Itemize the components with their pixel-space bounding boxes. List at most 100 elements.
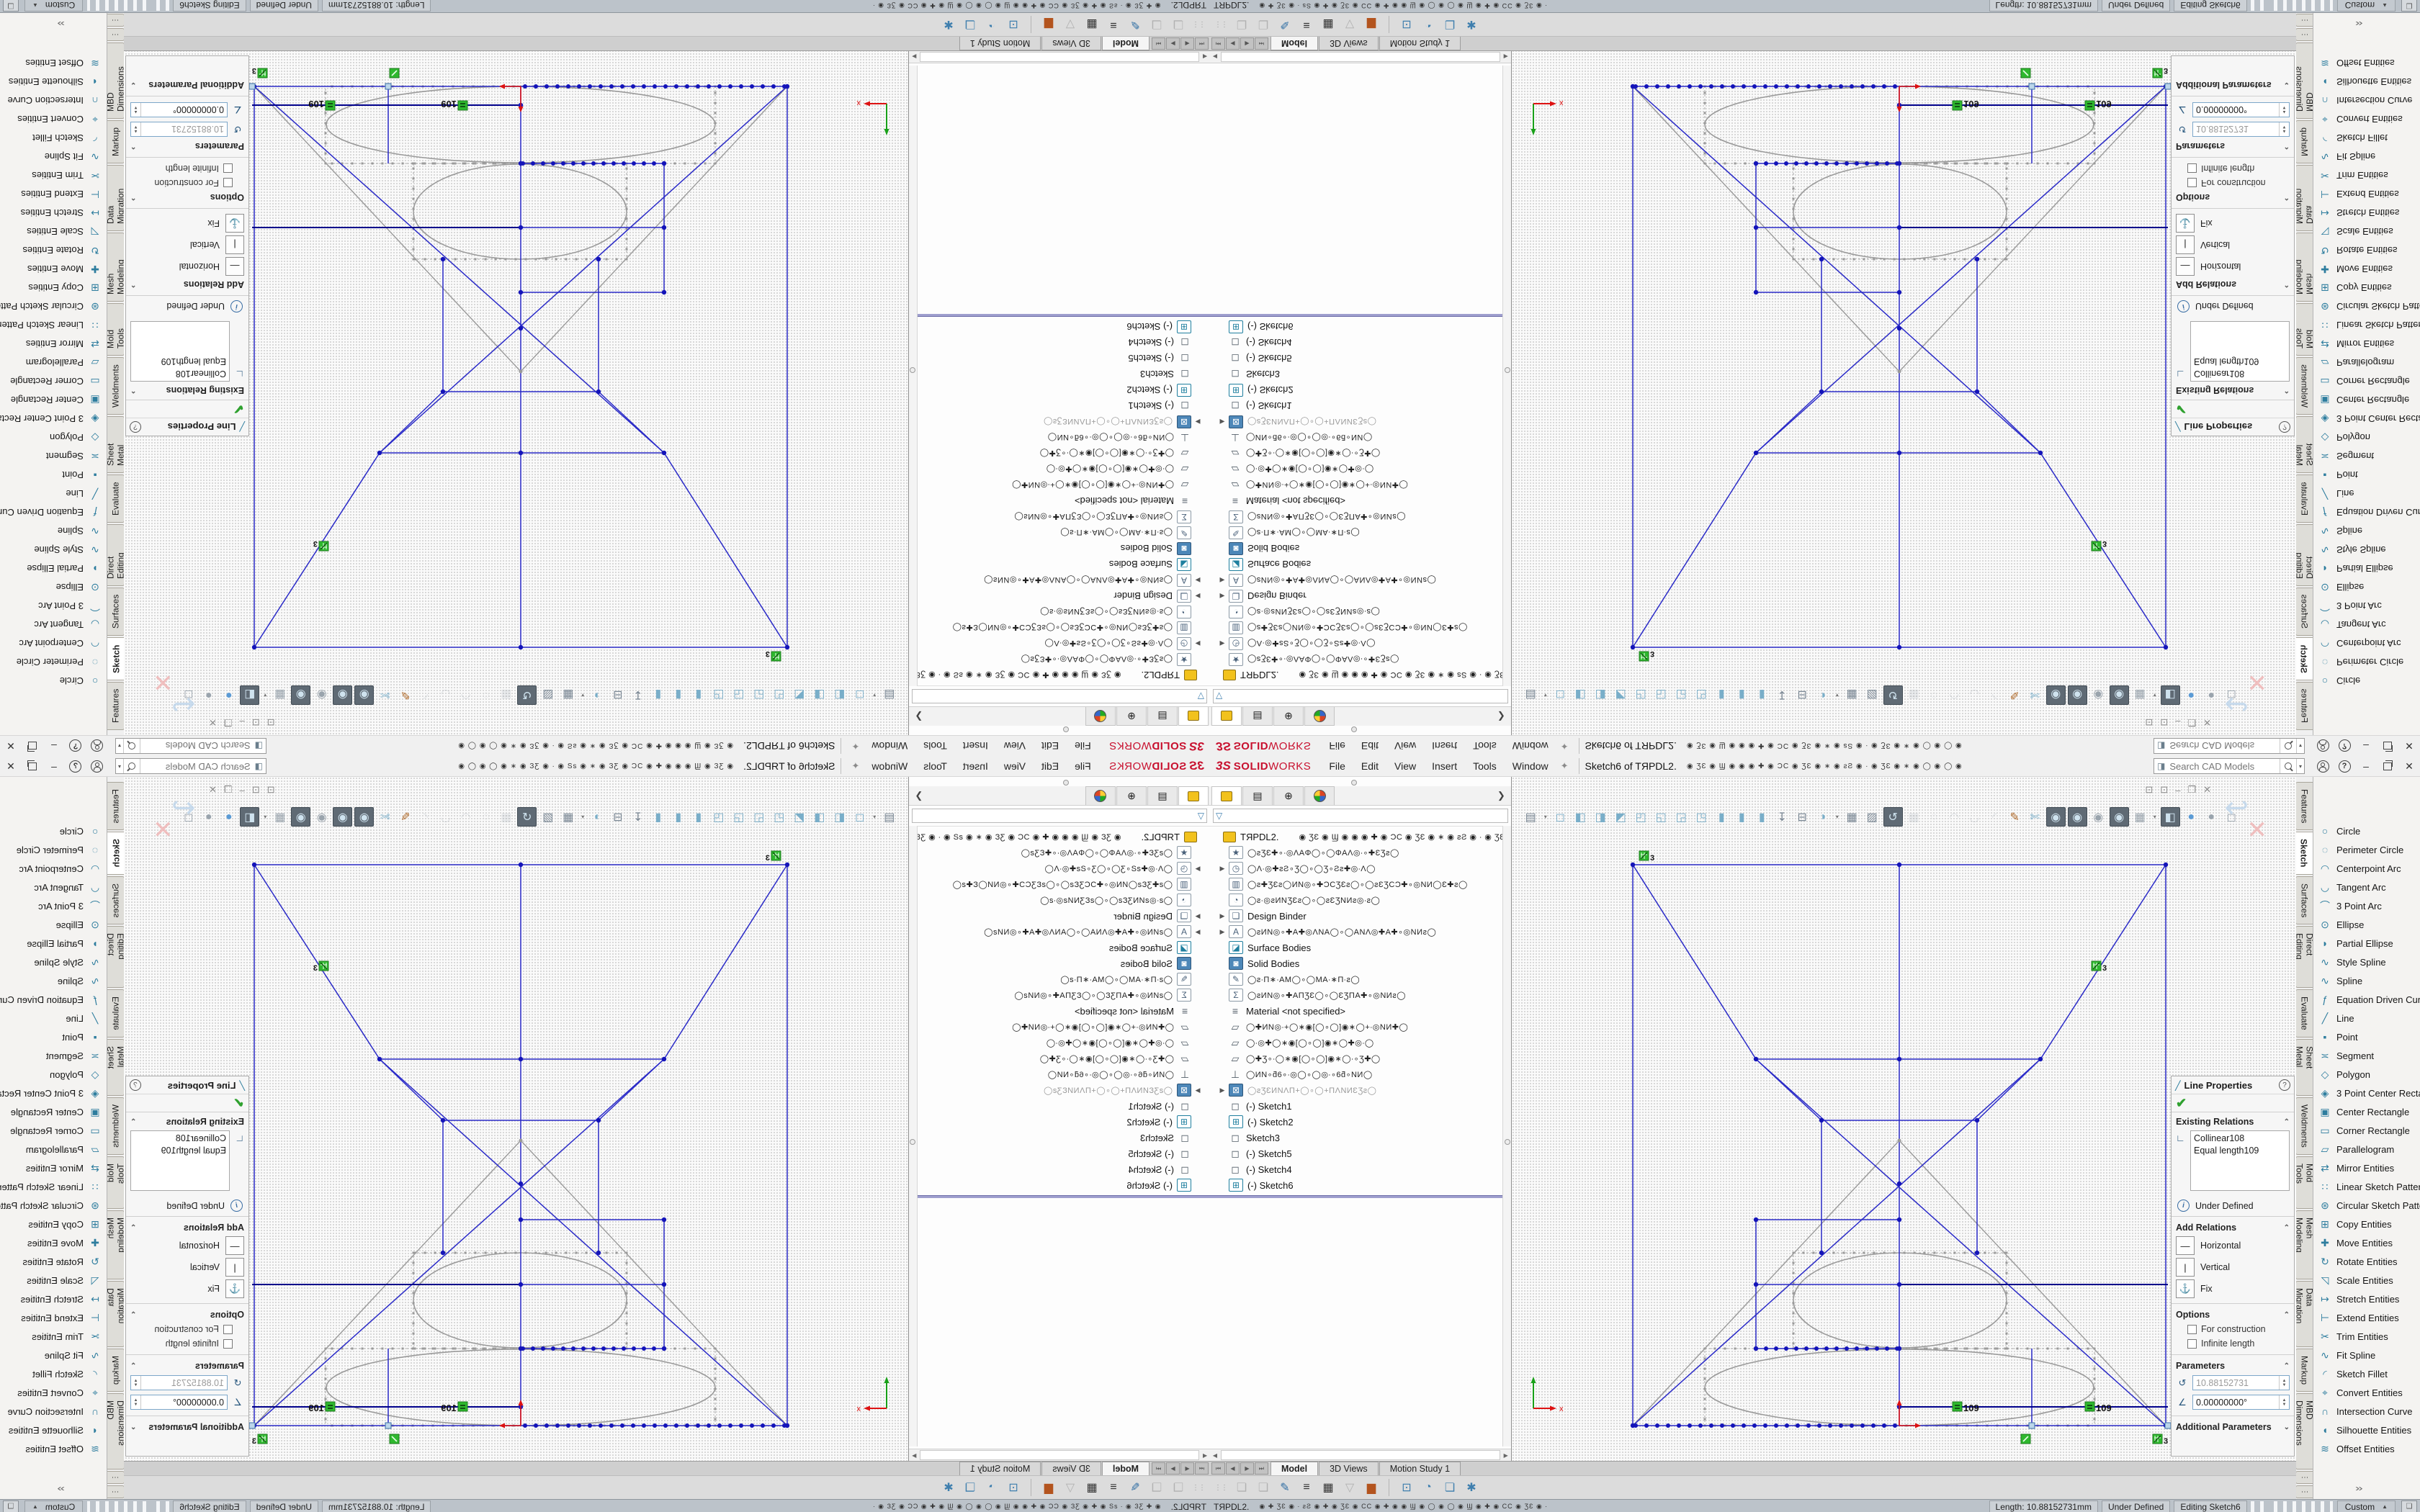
tree-item[interactable]: ⊥◯ИN∘ƌ6∘∙◎◯∘◯◎∙∘6ƌ∘NИ◯ [909, 1066, 1210, 1082]
ghost-fillet-icon[interactable]: ◜ [1986, 686, 2004, 704]
add-relations-header[interactable]: Add Relations⌃ [126, 277, 248, 294]
tool-trim-entities[interactable]: ✂Trim Entities [2313, 1327, 2420, 1346]
units-dropdown[interactable]: Custom▲ [2337, 1500, 2396, 1512]
hide-items-4-icon[interactable]: ◉ [2110, 807, 2129, 827]
view-wireframe-icon[interactable]: ◻ [1551, 686, 1569, 704]
tool-segment[interactable]: ≍Segment [2313, 447, 2420, 466]
doc-tab-motion-study-1[interactable]: Motion Study 1 [1379, 37, 1461, 50]
view-left-icon[interactable]: ◱ [1652, 686, 1670, 704]
tab-nav-icon[interactable]: ⏭ [1255, 1462, 1268, 1475]
gear-icon[interactable]: ✱ [940, 16, 957, 33]
tool-stretch-entities[interactable]: ↦Stretch Entities [0, 204, 107, 222]
tool-extend-entities[interactable]: ⊢Extend Entities [2313, 185, 2420, 204]
appearance-1-icon[interactable]: ❏ [1233, 16, 1250, 33]
menu-window[interactable]: Window [864, 740, 915, 752]
tab-mbd-dimensions[interactable]: MBD Dimensions [2296, 42, 2313, 119]
view-hidden-lines-icon[interactable]: ◧ [830, 686, 848, 704]
tree-item-materialnotspecified[interactable]: ≡Material <not specified> [1210, 1003, 1511, 1019]
view-front-icon[interactable]: ◰ [1632, 686, 1650, 704]
option-infinite-length[interactable]: Infinite length [126, 1336, 248, 1351]
tool-spline[interactable]: ∿Spline [2313, 971, 2420, 990]
tool-center-rectangle[interactable]: ▣Center Rectangle [0, 391, 107, 410]
tool-fit-spline[interactable]: ∿Fit Spline [2313, 148, 2420, 166]
tool-scale-entities[interactable]: ◹Scale Entities [2313, 1271, 2420, 1290]
tree-item[interactable]: ▶A◯ƨИN◎∘✚A✚◎ΛNA◯∘◯ANΛ◎✚A✚∘◎NИƨ◯ [1210, 572, 1511, 588]
dropdown-caret-icon[interactable]: ▾ [2151, 808, 2159, 826]
tab--[interactable]: ⋮ [2296, 1485, 2313, 1498]
relations-listbox[interactable]: Collinear108 Equal length109 [130, 1130, 230, 1191]
tab-mold-tools[interactable]: Mold Tools [2296, 303, 2313, 356]
tab-mbd-dimensions[interactable]: MBD Dimensions [107, 42, 124, 119]
tab-data-migration[interactable]: Data Migration [107, 165, 124, 231]
tab-mold-tools[interactable]: Mold Tools [2296, 1156, 2313, 1209]
tab-nav-icon[interactable]: ⏮ [1211, 37, 1225, 50]
tab-mesh-modeling[interactable]: Mesh Modeling [107, 233, 124, 301]
shaded-mode-icon[interactable]: ◧ [240, 685, 259, 705]
tab-displaymanager[interactable] [1304, 707, 1335, 726]
menu-edit[interactable]: Edit [1034, 760, 1067, 772]
tool-linear-sketch-pattern[interactable]: ∷Linear Sketch Pattern [2313, 316, 2420, 335]
tool-sketch-fillet[interactable]: ◜Sketch Fillet [2313, 1364, 2420, 1383]
ghost-arc2-icon[interactable]: ◠ [1945, 686, 1963, 704]
save-icon[interactable]: ▦ [559, 808, 577, 826]
tree-item-solidbodies[interactable]: ◙Solid Bodies [1210, 541, 1511, 557]
additional-parameters-header[interactable]: Additional Parameters⌄ [126, 78, 248, 94]
tab-nav-icon[interactable]: ⏮ [1195, 1462, 1209, 1475]
add-relation-horizontal[interactable]: —Horizontal [2172, 256, 2294, 277]
sketch-pen-icon[interactable]: ✎ [2006, 808, 2024, 826]
units-dropdown[interactable]: Custom▲ [24, 0, 83, 12]
hide-items-3-icon[interactable]: ◉ [2089, 686, 2107, 704]
tool-polygon[interactable]: ◇Polygon [0, 428, 107, 447]
sketch-mode-icon[interactable]: ↺ [517, 807, 537, 827]
menu-file[interactable]: File [1321, 760, 1353, 772]
tool-stretch-entities[interactable]: ↦Stretch Entities [2313, 204, 2420, 222]
doc-restore-button[interactable]: ❐ [224, 716, 233, 728]
tool-move-entities[interactable]: ✚Move Entities [0, 260, 107, 279]
tree-item-sketch5[interactable]: ◻(-) Sketch5 [909, 351, 1210, 366]
tool-equation-driven-curve[interactable]: ƒEquation Driven Curve [2313, 503, 2420, 522]
tree-root-item[interactable]: TЯPDL2.◉ ƷƐ ◉ Ϣ ◉ ◉ ◉ ✚ ◉ ƆϹ ◉ ƷƐ ◉ ∗ ◉ … [1210, 667, 1511, 683]
tree-item[interactable]: ◔◯ƨ∙◎ƨИNƷƐƨ◯∘◯ƨƐƷNИƨ◎∙ƨ◯ [1210, 604, 1511, 620]
dropdown-caret-icon[interactable]: ▾ [1542, 686, 1549, 704]
add-relations-header[interactable]: Add Relations⌃ [2172, 277, 2294, 294]
menu-tools[interactable]: Tools [1465, 740, 1505, 752]
dropdown-caret-icon[interactable]: ▾ [871, 808, 878, 826]
scroll-left-icon[interactable]: ◀ [1200, 1452, 1210, 1459]
expand-arrow-icon[interactable]: ▶ [1216, 865, 1229, 873]
tree-item[interactable]: ▱◯✚ИN◎∙+◯∗◉[◯∘◯]◉∗◯+∙◎NИ✚◯ [909, 477, 1210, 493]
tab-nav-icon[interactable]: ⏮ [1211, 1462, 1225, 1475]
option-infinite-length[interactable]: Infinite length [2172, 1336, 2294, 1351]
shaded-mode-icon[interactable]: ◧ [240, 807, 259, 827]
tool-copy-entities[interactable]: ⊞Copy Entities [2313, 279, 2420, 297]
view-top-icon[interactable]: ◳ [1693, 808, 1711, 826]
tree-filter-input[interactable]: ▽ [912, 809, 1207, 823]
chart-icon[interactable]: ▆ [1363, 1479, 1380, 1496]
tool-move-entities[interactable]: ✚Move Entities [2313, 1233, 2420, 1252]
panel-splitter[interactable] [1210, 777, 1511, 786]
tool-style-spline[interactable]: ∿Style Spline [2313, 953, 2420, 971]
view-left-icon[interactable]: ◱ [750, 808, 768, 826]
additional-parameters-header[interactable]: Additional Parameters⌄ [2172, 1418, 2294, 1434]
tree-item[interactable]: ▶A◯ƨИN◎∘✚A✚◎ΛNA◯∘◯ANΛ◎✚A✚∘◎NИƨ◯ [909, 924, 1210, 940]
tool-move-entities[interactable]: ✚Move Entities [0, 1233, 107, 1252]
menu-view[interactable]: View [1386, 740, 1424, 752]
tree-item[interactable]: ▱◯✚Ʒ∘∙◯∗◉[◯∘◯]◉∗◯∙∘Ʒ✚◯ [909, 1050, 1210, 1066]
hide-items-1-icon[interactable]: ◉ [354, 807, 374, 827]
tree-item-surfacebodies[interactable]: ◪Surface Bodies [1210, 940, 1511, 955]
panel-splitter[interactable] [909, 726, 1210, 735]
tree-item-sketch6[interactable]: ⊞(-) Sketch6 [909, 1177, 1210, 1193]
tab-evaluate[interactable]: Evaluate [2296, 474, 2313, 523]
scroll-track[interactable] [920, 52, 1199, 62]
tool-trim-entities[interactable]: ✂Trim Entities [0, 166, 107, 185]
spinner-arrows[interactable]: ▲▼ [131, 122, 141, 136]
view-top-icon[interactable]: ◳ [709, 808, 727, 826]
doc-prev-icon[interactable]: ⊡ [267, 784, 275, 796]
view-wireframe-icon[interactable]: ◻ [1551, 808, 1569, 826]
tree-item-sketch1[interactable]: ◻(-) Sketch1 [909, 1098, 1210, 1114]
grid-table-icon[interactable]: ▦ [1083, 1479, 1101, 1496]
search-options-caret[interactable]: ▾ [116, 759, 124, 773]
tool-rotate-entities[interactable]: ↻Rotate Entities [0, 241, 107, 260]
tab-sketch[interactable]: Sketch [2296, 832, 2313, 874]
additional-parameters-header[interactable]: Additional Parameters⌄ [126, 1418, 248, 1434]
additional-parameters-header[interactable]: Additional Parameters⌄ [2172, 78, 2294, 94]
